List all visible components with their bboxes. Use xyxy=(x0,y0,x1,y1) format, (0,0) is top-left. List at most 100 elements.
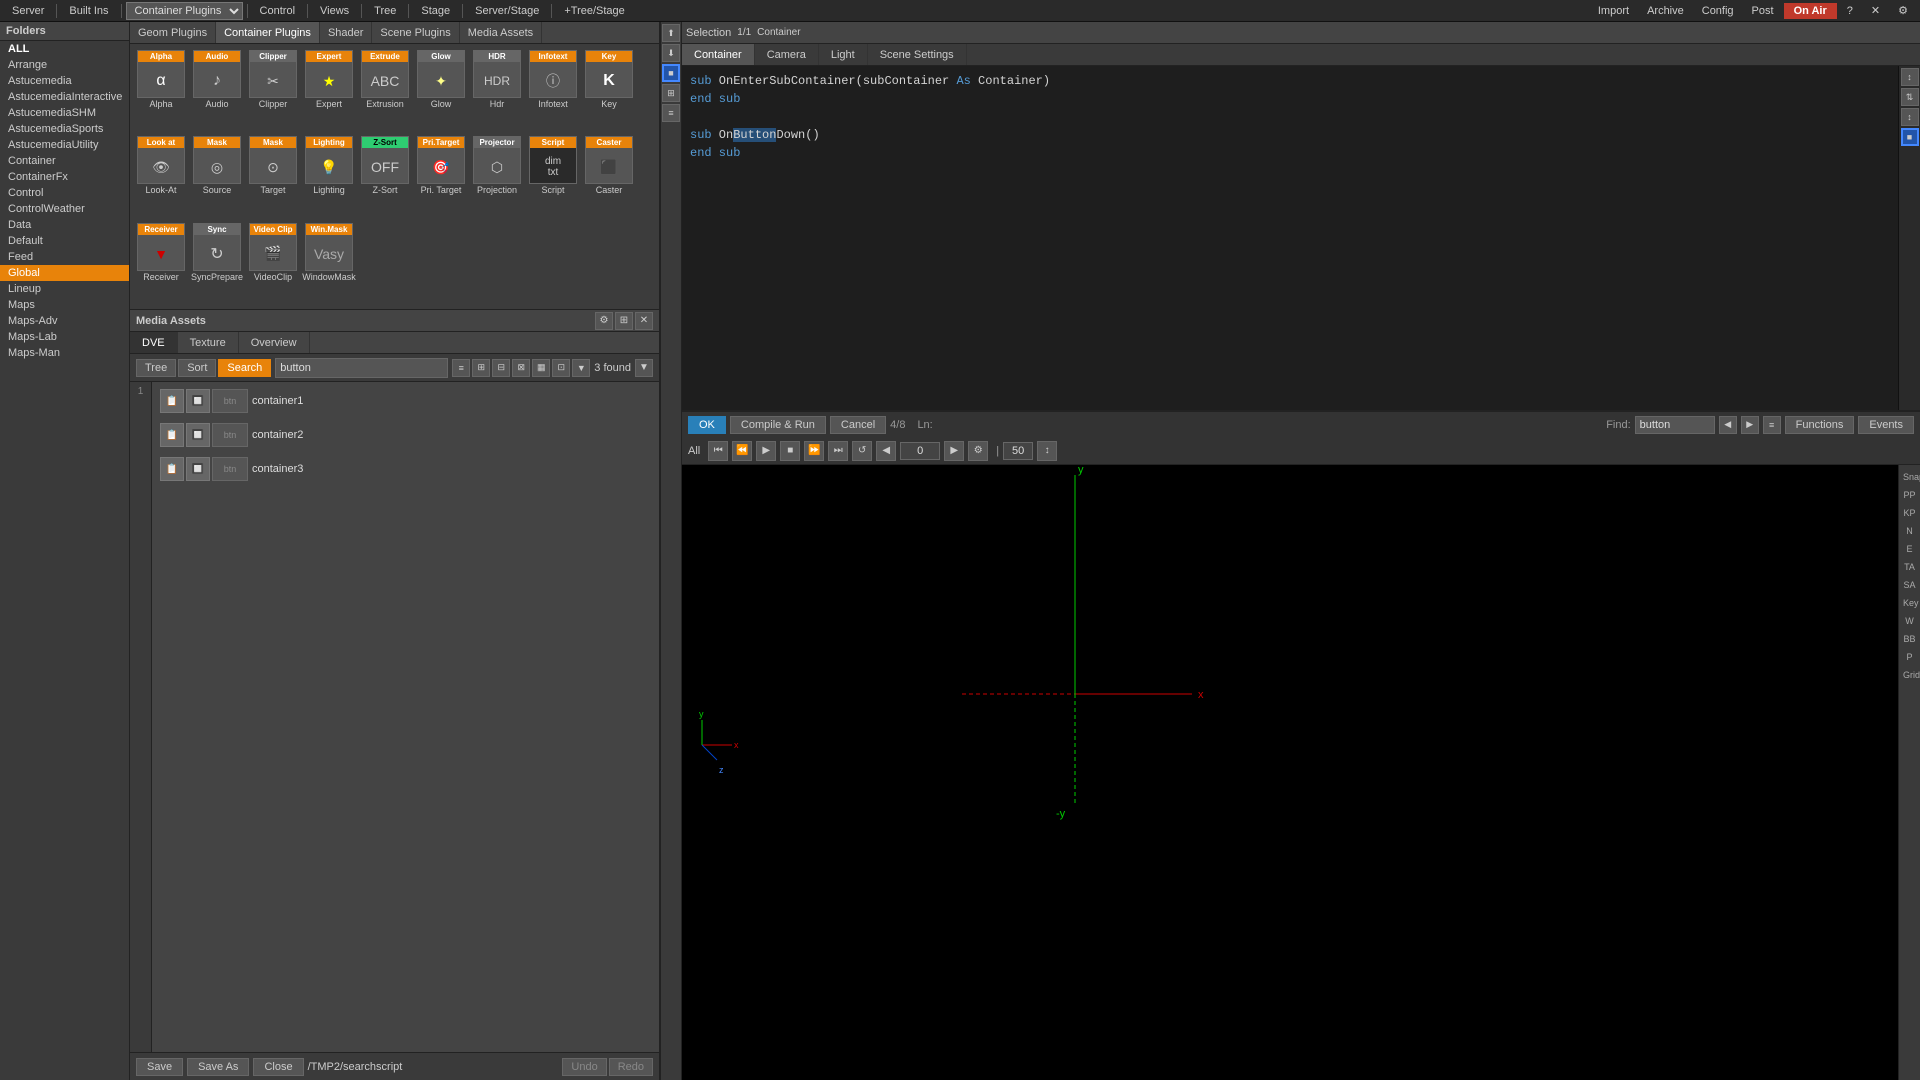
side-label-sa[interactable]: SA xyxy=(1901,577,1918,593)
server-stage-menu[interactable]: Server/Stage xyxy=(467,3,547,19)
search-input[interactable] xyxy=(275,358,448,378)
plugin-hdr[interactable]: HDR HDR Hdr xyxy=(470,48,524,132)
side-label-grid[interactable]: Grid xyxy=(1901,667,1918,683)
tab-search[interactable]: Search xyxy=(218,359,271,377)
pb-loop[interactable]: ↺ xyxy=(852,441,872,461)
tab-geom-plugins[interactable]: Geom Plugins xyxy=(130,22,216,43)
media-settings-btn[interactable]: ⚙ xyxy=(595,312,613,330)
view-grid-small-btn[interactable]: ⊞ xyxy=(472,359,490,377)
row-num-toggle[interactable]: 1 xyxy=(138,386,144,397)
file-item-container3[interactable]: 📋 🔲 btn container3 xyxy=(154,452,657,486)
folder-item-containerfx[interactable]: ContainerFx xyxy=(0,169,129,185)
pb-time-input[interactable] xyxy=(900,442,940,460)
plugin-mask-target[interactable]: Mask ⊙ Target xyxy=(246,134,300,218)
pb-frame-forward[interactable]: ▶ xyxy=(944,441,964,461)
plugin-lookat[interactable]: Look at 👁 Look-At xyxy=(134,134,188,218)
plugin-glow[interactable]: Glow ✦ Glow xyxy=(414,48,468,132)
tab-tree[interactable]: Tree xyxy=(136,359,176,377)
tab-sort[interactable]: Sort xyxy=(178,359,216,377)
media-grid-btn[interactable]: ⊞ xyxy=(615,312,633,330)
folder-item-data[interactable]: Data xyxy=(0,217,129,233)
plugin-alpha[interactable]: Alpha α Alpha xyxy=(134,48,188,132)
import-menu[interactable]: Import xyxy=(1590,3,1637,19)
file-item-container2[interactable]: 📋 🔲 btn container2 xyxy=(154,418,657,452)
tab-scene-plugins[interactable]: Scene Plugins xyxy=(372,22,459,43)
plugin-projection[interactable]: Projector ⬡ Projection xyxy=(470,134,524,218)
find-next-btn[interactable]: ▶ xyxy=(1741,416,1759,434)
folder-item-astucemediautility[interactable]: AstucemediaUtility xyxy=(0,137,129,153)
pb-play[interactable]: ▶ xyxy=(756,441,776,461)
tool-btn-4[interactable]: ⊞ xyxy=(662,84,680,102)
side-label-ta[interactable]: TA xyxy=(1901,559,1918,575)
pb-next-end[interactable]: ⏭ xyxy=(828,441,848,461)
view-grid-large-btn[interactable]: ⊠ xyxy=(512,359,530,377)
folder-item-maps-man[interactable]: Maps-Man xyxy=(0,345,129,361)
save-as-button[interactable]: Save As xyxy=(187,1058,249,1076)
events-button[interactable]: Events xyxy=(1858,416,1914,434)
archive-menu[interactable]: Archive xyxy=(1639,3,1692,19)
pb-frame-step[interactable]: ↕ xyxy=(1037,441,1057,461)
builtins-menu[interactable]: Built Ins xyxy=(61,3,116,19)
tab-container[interactable]: Container xyxy=(682,44,755,65)
tool-btn-5[interactable]: ≡ xyxy=(662,104,680,122)
scene-viewport[interactable]: x y -y x y z xyxy=(682,465,1898,1080)
tree-menu[interactable]: Tree xyxy=(366,3,404,19)
tab-media-assets-top[interactable]: Media Assets xyxy=(460,22,542,43)
plugin-receiver[interactable]: Receiver ▼ Receiver xyxy=(134,221,188,305)
tool-btn-2[interactable]: ⬇ xyxy=(662,44,680,62)
plugin-caster[interactable]: Caster ⬛ Caster xyxy=(582,134,636,218)
tool-btn-3-active[interactable]: ■ xyxy=(662,64,680,82)
code-editor[interactable]: sub OnEnterSubContainer(subContainer As … xyxy=(682,66,1898,410)
code-tool-1[interactable]: ↕ xyxy=(1901,68,1919,86)
functions-button[interactable]: Functions xyxy=(1785,416,1855,434)
config-menu[interactable]: Config xyxy=(1694,3,1742,19)
pb-prev[interactable]: ⏪ xyxy=(732,441,752,461)
code-tool-3[interactable]: ↕ xyxy=(1901,108,1919,126)
plugin-script[interactable]: Script dimtxt Script xyxy=(526,134,580,218)
tab-light[interactable]: Light xyxy=(819,44,868,65)
plugin-infotext[interactable]: Infotext ⓘ Infotext xyxy=(526,48,580,132)
expand-btn[interactable]: ▼ xyxy=(635,359,653,377)
tab-container-plugins[interactable]: Container Plugins xyxy=(216,22,320,43)
plugin-zsort[interactable]: Z-Sort OFF Z-Sort xyxy=(358,134,412,218)
control-menu[interactable]: Control xyxy=(252,3,303,19)
media-close-btn[interactable]: ✕ xyxy=(635,312,653,330)
tab-scene-settings[interactable]: Scene Settings xyxy=(868,44,967,65)
side-label-n[interactable]: N xyxy=(1901,523,1918,539)
folder-item-astucemediasports[interactable]: AstucemediaSports xyxy=(0,121,129,137)
ok-button[interactable]: OK xyxy=(688,416,726,434)
folder-item-lineup[interactable]: Lineup xyxy=(0,281,129,297)
cancel-code-button[interactable]: Cancel xyxy=(830,416,886,434)
view-list-btn[interactable]: ≡ xyxy=(452,359,470,377)
plugin-lighting[interactable]: Lighting 💡 Lighting xyxy=(302,134,356,218)
find-prev-btn[interactable]: ◀ xyxy=(1719,416,1737,434)
pb-frame-input[interactable] xyxy=(1003,442,1033,460)
side-label-e[interactable]: E xyxy=(1901,541,1918,557)
compile-run-button[interactable]: Compile & Run xyxy=(730,416,826,434)
tool-btn-1[interactable]: ⬆ xyxy=(662,24,680,42)
help-icon[interactable]: ? xyxy=(1839,3,1861,19)
close-button[interactable]: Close xyxy=(253,1058,303,1076)
code-tool-2[interactable]: ⇅ xyxy=(1901,88,1919,106)
file-item-container1[interactable]: 📋 🔲 btn container1 xyxy=(154,384,657,418)
side-label-w[interactable]: W xyxy=(1901,613,1918,629)
plugin-extrusion[interactable]: Extrude ABC Extrusion xyxy=(358,48,412,132)
close-icon-topbar[interactable]: ✕ xyxy=(1863,2,1888,19)
plugin-key[interactable]: Key K Key xyxy=(582,48,636,132)
plugin-clipper[interactable]: Clipper ✂ Clipper xyxy=(246,48,300,132)
media-tab-overview[interactable]: Overview xyxy=(239,332,310,353)
side-label-kp[interactable]: KP xyxy=(1901,505,1918,521)
pb-next[interactable]: ⏩ xyxy=(804,441,824,461)
plugin-audio[interactable]: Audio ♪ Audio xyxy=(190,48,244,132)
plugin-expert[interactable]: Expert ★ Expert xyxy=(302,48,356,132)
folder-item-arrange[interactable]: Arrange xyxy=(0,57,129,73)
folder-item-maps-lab[interactable]: Maps-Lab xyxy=(0,329,129,345)
folder-item-all[interactable]: ALL xyxy=(0,41,129,57)
media-tab-texture[interactable]: Texture xyxy=(178,332,239,353)
side-label-p[interactable]: P xyxy=(1901,649,1918,665)
folder-item-container[interactable]: Container xyxy=(0,153,129,169)
plugin-mask-source[interactable]: Mask ◎ Source xyxy=(190,134,244,218)
views-menu[interactable]: Views xyxy=(312,3,357,19)
folder-item-maps[interactable]: Maps xyxy=(0,297,129,313)
folder-item-control[interactable]: Control xyxy=(0,185,129,201)
